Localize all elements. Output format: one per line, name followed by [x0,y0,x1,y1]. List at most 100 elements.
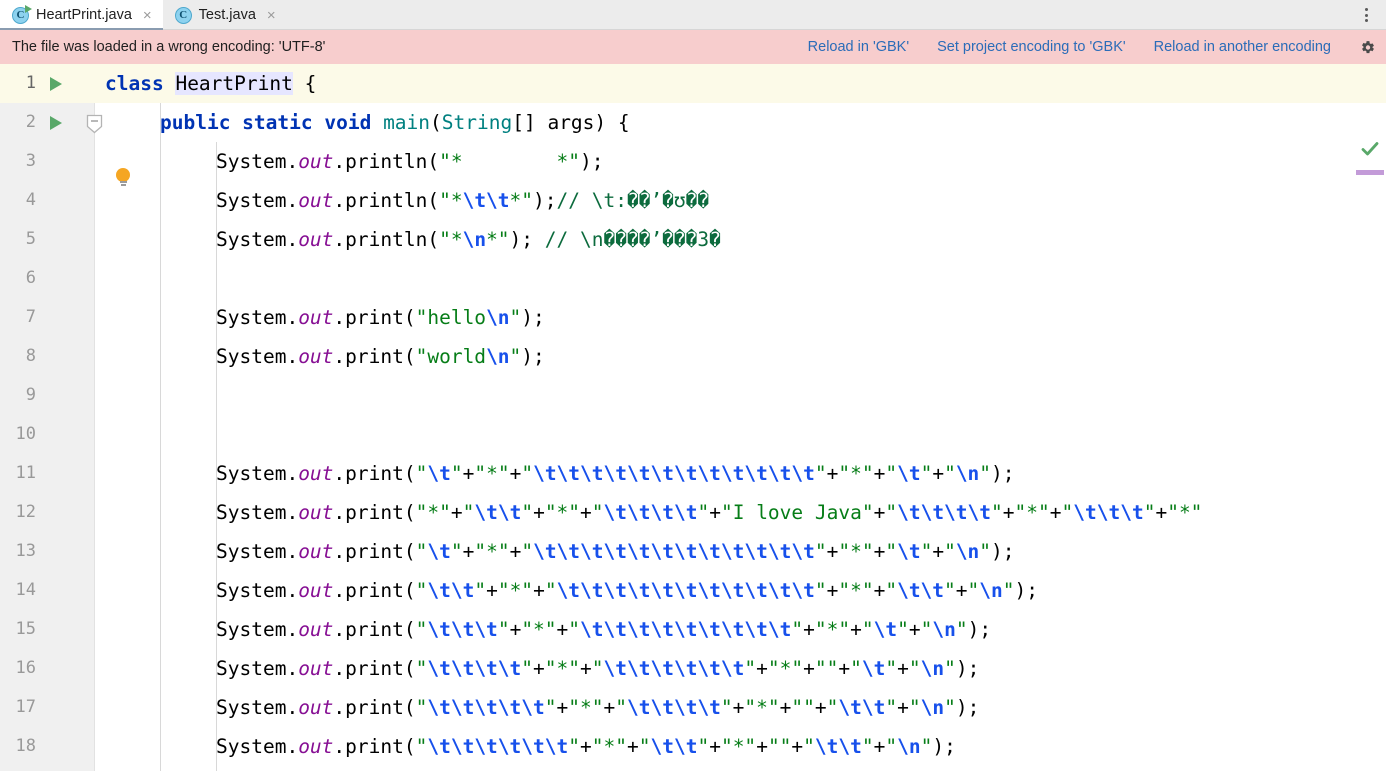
code-token: \t\t [815,735,862,758]
gutter-line-number: 6 [0,259,94,298]
code-token: System. [216,228,298,251]
code-line[interactable]: System.out.println("*\t\t*");// \t:��’�ʊ… [95,181,1386,220]
code-text-area[interactable]: class HeartPrint {public static void mai… [95,64,1386,771]
code-line[interactable]: System.out.print("\t"+"*"+"\t\t\t\t\t\t\… [95,454,1386,493]
reload-in-gbk-link[interactable]: Reload in 'GBK' [808,39,909,55]
code-token: " [979,540,991,563]
gutter-line-number: 12 [0,493,94,532]
code-line[interactable]: System.out.print("\t\t\t"+"*"+"\t\t\t\t\… [95,610,1386,649]
code-line-text: System.out.print("\t\t\t\t\t"+"*"+"\t\t\… [216,688,979,727]
java-class-icon: C [175,7,192,24]
code-token: \n [932,618,955,641]
code-token: \t\t\t\t\t\t\t\t\t\t\t [557,579,815,602]
code-token: + [850,618,862,641]
code-token: " [885,462,897,485]
code-token: " [944,579,956,602]
gutter-line-number: 2 [0,103,94,142]
inspection-status-widget[interactable] [1352,128,1386,167]
code-line[interactable]: System.out.print("hello\n"); [95,298,1386,337]
code-token: String [442,111,512,134]
more-options-icon[interactable] [1352,0,1380,30]
code-line[interactable] [95,415,1386,454]
line-number: 5 [0,220,36,259]
code-token: " [791,618,803,641]
code-token: + [780,696,792,719]
code-fold-marker-icon[interactable] [86,114,103,131]
code-token: "" [815,657,838,680]
code-line[interactable]: public static void main(String[] args) { [95,103,1386,142]
line-number: 4 [0,181,36,220]
code-token: out [298,735,333,758]
code-token: ); [1015,579,1038,602]
code-line[interactable]: System.out.println("* *"); [95,142,1386,181]
code-token: " [921,735,933,758]
code-line[interactable]: System.out.print("\t"+"*"+"\t\t\t\t\t\t\… [95,532,1386,571]
code-token: + [874,540,886,563]
run-class-gutter-icon[interactable] [50,77,62,91]
code-token: .print( [333,696,415,719]
code-line[interactable]: System.out.println("*\n*"); // \n����’��… [95,220,1386,259]
code-token: [] args) { [512,111,629,134]
intention-bulb-icon[interactable] [116,168,131,188]
code-token: " [850,657,862,680]
code-token: " [944,462,956,485]
code-token: { [293,72,316,95]
tab-heartprint-java[interactable]: C HeartPrint.java × [0,0,163,30]
editor-gutter[interactable]: 123456789101112131415161718 [0,64,95,771]
code-line-text: System.out.print("\t"+"*"+"\t\t\t\t\t\t\… [216,532,1015,571]
code-token: + [897,657,909,680]
code-editor[interactable]: class HeartPrint {public static void mai… [0,64,1386,771]
code-token: \n [921,696,944,719]
code-token: System. [216,345,298,368]
code-token: "world [416,345,486,368]
gutter-line-number: 14 [0,571,94,610]
code-token: + [580,735,592,758]
code-token: + [932,462,944,485]
code-token: + [874,462,886,485]
run-method-gutter-icon[interactable] [50,116,62,130]
set-project-encoding-link[interactable]: Set project encoding to 'GBK' [937,39,1126,55]
code-token: \n [956,540,979,563]
encoding-banner-actions: Reload in 'GBK' Set project encoding to … [808,39,1386,56]
close-icon[interactable]: × [141,8,154,23]
code-token: .print( [333,618,415,641]
gutter-line-number: 17 [0,688,94,727]
code-token: + [827,462,839,485]
code-token: .print( [333,540,415,563]
code-token: + [803,657,815,680]
code-line[interactable]: System.out.print("\t\t\t\t"+"*"+"\t\t\t\… [95,649,1386,688]
code-token: "*" [744,696,779,719]
code-token: + [815,696,827,719]
gear-icon[interactable] [1359,39,1376,56]
code-token: \t [897,540,920,563]
code-token: "*" [838,540,873,563]
code-token: *" [486,228,509,251]
code-line[interactable]: System.out.print("\t\t\t\t\t"+"*"+"\t\t\… [95,688,1386,727]
code-line-text: public static void main(String[] args) { [160,103,630,142]
code-token: " [498,618,510,641]
scrollbar-marker[interactable] [1356,170,1384,175]
code-token: " [744,657,756,680]
code-token: " [885,696,897,719]
tab-test-java[interactable]: C Test.java × [163,0,287,30]
code-token: out [298,150,333,173]
code-token: " [885,540,897,563]
code-line[interactable]: System.out.print("*"+"\t\t"+"*"+"\t\t\t\… [95,493,1386,532]
gutter-line-number: 8 [0,337,94,376]
reload-in-another-encoding-link[interactable]: Reload in another encoding [1154,39,1331,55]
code-line-text: System.out.print("*"+"\t\t"+"*"+"\t\t\t\… [216,493,1202,532]
code-line[interactable]: class HeartPrint { [95,64,1386,103]
code-line[interactable] [95,259,1386,298]
code-line[interactable] [95,376,1386,415]
code-token: + [451,501,463,524]
code-line[interactable]: System.out.print("world\n"); [95,337,1386,376]
code-line-text: System.out.print("world\n"); [216,337,545,376]
code-token: " [1144,501,1156,524]
gutter-line-number: 4 [0,181,94,220]
code-token: "* [439,228,462,251]
code-token: + [803,618,815,641]
code-line[interactable]: System.out.print("\t\t"+"*"+"\t\t\t\t\t\… [95,571,1386,610]
close-icon[interactable]: × [265,8,278,23]
code-token: + [827,540,839,563]
code-line[interactable]: System.out.print("\t\t\t\t\t\t"+"*"+"\t\… [95,727,1386,766]
